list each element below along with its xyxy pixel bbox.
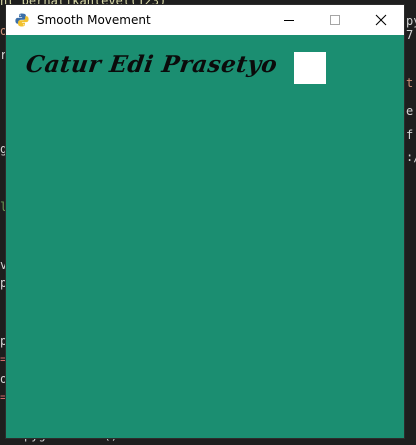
moving-square: [294, 52, 326, 84]
author-name-text: Catur Edi Prasetyo: [24, 51, 280, 78]
editor-fragment: 7.: [406, 28, 416, 42]
close-icon: [375, 14, 387, 26]
app-window: Smooth Movement Catur Edi Prasetyo: [6, 5, 404, 438]
editor-fragment: f: [406, 128, 414, 142]
pygame-snake-icon[interactable]: [14, 12, 30, 28]
minimize-button[interactable]: [266, 5, 312, 35]
editor-fragment: e: [406, 104, 414, 118]
maximize-icon: [330, 15, 340, 25]
game-canvas[interactable]: Catur Edi Prasetyo: [6, 35, 404, 438]
title-bar[interactable]: Smooth Movement: [6, 5, 404, 35]
editor-fragment: :/: [406, 150, 416, 164]
maximize-button[interactable]: [312, 5, 358, 35]
editor-right-edge: py 7. t e f :/: [406, 0, 416, 445]
editor-fragment: t: [406, 76, 414, 90]
window-title: Smooth Movement: [37, 13, 151, 27]
desktop: nt perhatikanlevel(123) o r gh lo vi p p…: [0, 0, 416, 445]
minimize-icon: [284, 20, 294, 21]
editor-fragment: py: [406, 14, 416, 28]
close-button[interactable]: [358, 5, 404, 35]
